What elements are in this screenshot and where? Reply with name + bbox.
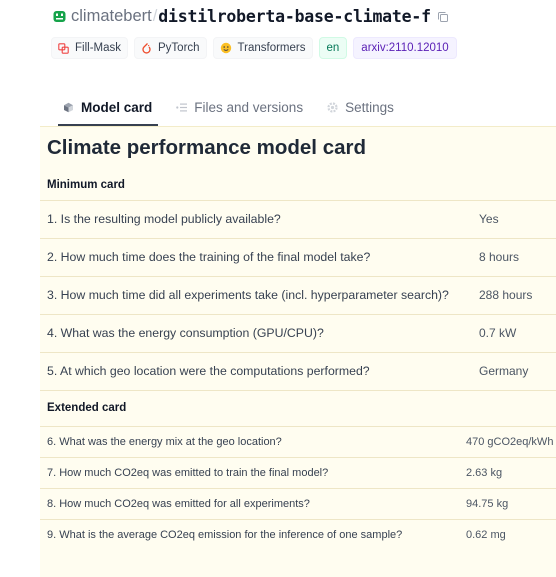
question-cell: 6. What was the energy mix at the geo lo… [40, 425, 460, 457]
minimum-card-header: Minimum card [40, 171, 556, 200]
table-row: 2. How much time does the training of th… [40, 237, 556, 276]
answer-cell: 0.7 kW [460, 313, 556, 352]
question-cell: 3. How much time did all experiments tak… [40, 275, 460, 314]
tag-label: Fill-Mask [75, 42, 121, 54]
tag-label: arxiv:2110.12010 [361, 42, 449, 54]
table-row: 3. How much time did all experiments tak… [40, 275, 556, 314]
tag-label: PyTorch [158, 42, 200, 54]
climate-performance-table: Minimum card 1. Is the resulting model p… [40, 171, 556, 550]
model-logo-icon [53, 10, 66, 23]
question-cell: 4. What was the energy consumption (GPU/… [40, 313, 460, 352]
repo-name-link[interactable]: distilroberta-base-climate-f [158, 7, 431, 26]
copy-icon[interactable] [437, 10, 449, 22]
table-row: 4. What was the energy consumption (GPU/… [40, 313, 556, 352]
tag-fill-mask[interactable]: Fill-Mask [51, 37, 128, 59]
tag-arxiv[interactable]: arxiv:2110.12010 [353, 37, 457, 59]
model-card-content: Climate performance model card Minimum c… [40, 126, 556, 577]
extended-card-header: Extended card [40, 389, 556, 426]
repo-title: climatebert / distilroberta-base-climate… [53, 5, 449, 27]
repo-separator: / [152, 6, 158, 25]
tab-files-and-versions[interactable]: Files and versions [176, 91, 303, 123]
answer-cell: 288 hours [460, 275, 556, 314]
answer-cell: 470 gCO2eq/kWh [460, 425, 556, 457]
answer-cell: Yes [460, 199, 556, 238]
answer-cell: Germany [460, 351, 556, 390]
answer-cell: 2.63 kg [460, 456, 556, 488]
extended-card-heading: Extended card [40, 389, 556, 426]
question-cell: 9. What is the average CO2eq emission fo… [40, 518, 460, 550]
tag-pytorch[interactable]: PyTorch [134, 37, 207, 59]
tag-language[interactable]: en [318, 37, 348, 59]
question-cell: 1. Is the resulting model publicly avail… [40, 199, 460, 238]
tab-label: Model card [81, 99, 153, 115]
tab-label: Files and versions [194, 99, 304, 115]
table-row: 9. What is the average CO2eq emission fo… [40, 518, 556, 550]
settings-icon [327, 101, 338, 113]
tab-model-card[interactable]: Model card [57, 91, 159, 126]
tag-label: Transformers [237, 42, 306, 54]
tag-transformers[interactable]: Transformers [212, 37, 313, 59]
question-cell: 8. How much CO2eq was emitted for all ex… [40, 487, 460, 519]
tab-label: Settings [345, 99, 394, 115]
table-row: 7. How much CO2eq was emitted to train t… [40, 456, 556, 488]
question-cell: 5. At which geo location were the comput… [40, 351, 460, 390]
minimum-card-heading: Minimum card [47, 179, 125, 192]
pytorch-icon [141, 42, 152, 54]
card-title: Climate performance model card [47, 136, 366, 159]
fill-mask-icon [58, 42, 69, 54]
table-row: 5. At which geo location were the comput… [40, 351, 556, 390]
table-row: 8. How much CO2eq was emitted for all ex… [40, 487, 556, 519]
answer-cell: 8 hours [460, 237, 556, 276]
model-card-icon [63, 102, 74, 113]
table-row: 6. What was the energy mix at the geo lo… [40, 425, 556, 457]
files-icon [176, 102, 188, 113]
answer-cell: 94.75 kg [460, 487, 556, 519]
transformers-icon [220, 42, 232, 54]
repo-header: climatebert / distilroberta-base-climate… [40, 0, 556, 136]
tab-settings[interactable]: Settings [327, 91, 394, 123]
repo-owner-link[interactable]: climatebert [71, 7, 152, 26]
tag-label: en [326, 42, 340, 54]
question-cell: 7. How much CO2eq was emitted to train t… [40, 456, 460, 488]
answer-cell: 0.62 mg [460, 518, 556, 550]
question-cell: 2. How much time does the training of th… [40, 237, 460, 276]
repo-tabs: Model card Files and versions Settings [57, 91, 418, 126]
tag-list: Fill-Mask PyTorch Transformers en arxiv:… [51, 37, 457, 59]
table-row: 1. Is the resulting model publicly avail… [40, 199, 556, 238]
